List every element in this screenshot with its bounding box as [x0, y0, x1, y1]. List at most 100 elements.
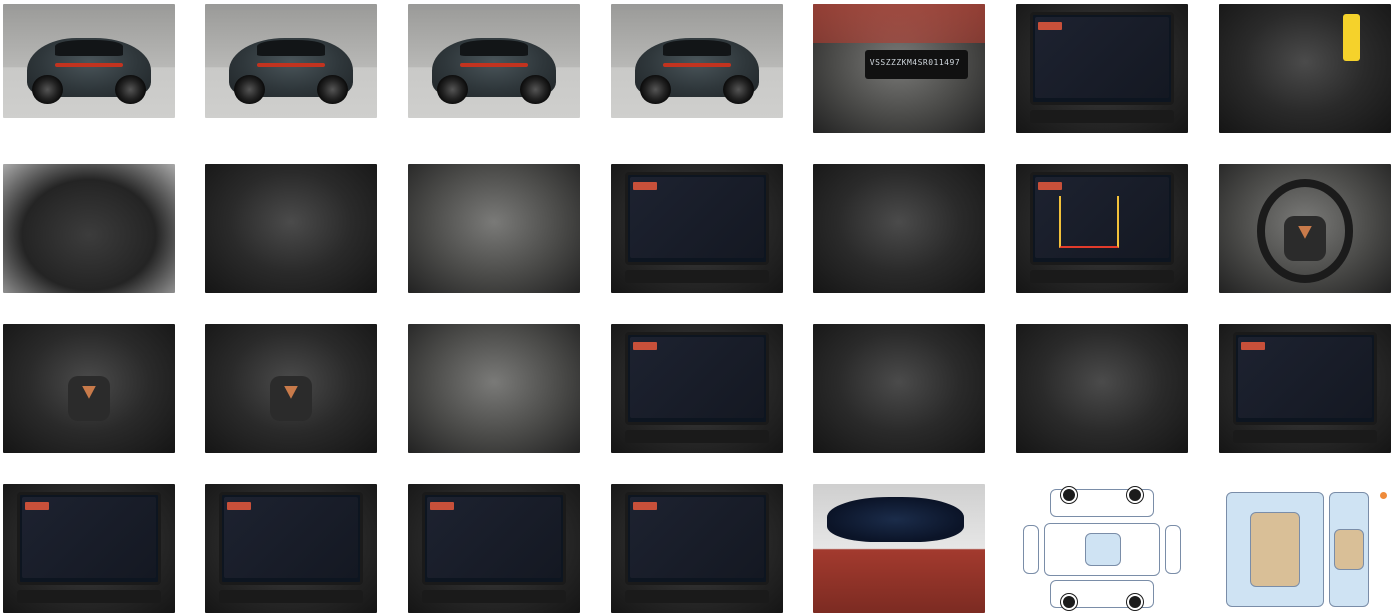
photo-instrument-cluster	[1016, 4, 1188, 133]
photo-detail	[234, 74, 266, 105]
photo-detail	[459, 40, 529, 57]
photo-damage-diagram-interior	[1219, 484, 1391, 613]
photo-detail	[633, 182, 658, 190]
photo-detail	[437, 74, 469, 105]
thumbnail-gear-selector[interactable]	[813, 324, 985, 453]
photo-detail	[1127, 486, 1144, 503]
thumbnail-damage-diagram-exterior[interactable]	[1016, 484, 1188, 613]
photo-infotainment-drive-modes	[205, 484, 377, 613]
thumbnail-vin-plate[interactable]: VSSZZZKM4SR011497	[813, 4, 985, 133]
thumbnail-door-window-controls[interactable]	[408, 324, 580, 453]
thumbnail-rear-vents[interactable]	[813, 164, 985, 293]
photo-detail	[459, 63, 529, 67]
photo-dashboard-interior	[611, 164, 783, 293]
photo-infotainment-assistants	[3, 484, 175, 613]
photo-steering-wheel-right-buttons	[205, 324, 377, 453]
photo-infotainment-settings	[1219, 324, 1391, 453]
photo-gear-selector	[813, 324, 985, 453]
photo-detail	[218, 589, 364, 603]
thumbnail-infotainment-fulllink[interactable]	[408, 484, 580, 613]
thumbnail-trunk[interactable]	[3, 164, 175, 293]
thumbnail-exterior-front-left[interactable]	[3, 4, 175, 118]
photo-door-window-controls	[408, 324, 580, 453]
photo-detail	[54, 63, 124, 67]
photo-detail	[624, 589, 770, 603]
photo-detail	[32, 74, 64, 105]
photo-detail	[54, 40, 124, 57]
photo-detail	[1038, 22, 1063, 30]
photo-detail	[256, 40, 326, 57]
thumbnail-steering-wheel[interactable]	[1219, 164, 1391, 293]
thumbnail-damage-diagram-interior[interactable]	[1219, 484, 1391, 613]
photo-damage-diagram-exterior	[1016, 484, 1188, 613]
photo-detail	[1038, 182, 1063, 190]
photo-exterior-rear	[408, 4, 580, 118]
thumbnail-infotainment-assistants[interactable]	[3, 484, 175, 613]
photo-wireless-charger	[1016, 324, 1188, 453]
photo-detail	[1342, 14, 1361, 61]
image-gallery: VSSZZZKM4SR011497	[0, 0, 1399, 615]
thumbnail-infotainment-drive-modes[interactable]	[205, 484, 377, 613]
photo-detail	[1241, 342, 1266, 350]
photo-detail	[421, 589, 567, 603]
photo-detail	[1232, 429, 1378, 443]
legend-dot	[1380, 492, 1387, 499]
thumbnail-reverse-camera[interactable]	[1016, 164, 1188, 293]
thumbnail-steering-wheel-right-buttons[interactable]	[205, 324, 377, 453]
photo-infotainment-service	[611, 484, 783, 613]
thumbnail-trunk-button[interactable]	[205, 164, 377, 293]
photo-detail	[1249, 512, 1301, 587]
thumbnail-steering-wheel-left-buttons[interactable]	[3, 324, 175, 453]
photo-detail	[640, 74, 672, 105]
photo-detail	[1060, 594, 1077, 611]
photo-steering-wheel-left-buttons	[3, 324, 175, 453]
thumbnail-car-key[interactable]	[1219, 4, 1391, 133]
photo-detail	[16, 589, 162, 603]
thumbnail-rear-seats[interactable]	[408, 164, 580, 293]
thumbnail-exterior-rear-left[interactable]	[205, 4, 377, 118]
photo-detail	[1060, 486, 1077, 503]
photo-trunk-button	[205, 164, 377, 293]
photo-exterior-front-left	[3, 4, 175, 118]
photo-detail	[316, 74, 348, 105]
photo-detail	[1059, 196, 1120, 248]
photo-detail	[1084, 533, 1122, 566]
photo-infotainment-fulllink	[408, 484, 580, 613]
photo-detail	[1029, 109, 1175, 123]
photo-detail	[1127, 594, 1144, 611]
thumbnail-dashboard-interior[interactable]	[611, 164, 783, 293]
photo-exterior-front-right	[611, 4, 783, 118]
photo-detail	[430, 502, 455, 510]
photo-rear-vents	[813, 164, 985, 293]
photo-infotainment-clock	[611, 324, 783, 453]
photo-reverse-camera	[1016, 164, 1188, 293]
vin-number: VSSZZZKM4SR011497	[869, 58, 961, 68]
thumbnail-exterior-rear[interactable]	[408, 4, 580, 118]
photo-detail	[519, 74, 551, 105]
thumbnail-infotainment-service[interactable]	[611, 484, 783, 613]
photo-detail	[1334, 529, 1364, 570]
photo-detail	[662, 40, 732, 57]
photo-detail	[256, 63, 326, 67]
thumbnail-exterior-front-right[interactable]	[611, 4, 783, 118]
thumbnail-wireless-charger[interactable]	[1016, 324, 1188, 453]
photo-exterior-rear-left	[205, 4, 377, 118]
thumbnail-infotainment-clock[interactable]	[611, 324, 783, 453]
photo-detail	[813, 4, 985, 43]
thumbnail-infotainment-settings[interactable]	[1219, 324, 1391, 453]
photo-detail	[624, 429, 770, 443]
thumbnail-instrument-cluster[interactable]	[1016, 4, 1188, 133]
photo-detail	[633, 502, 658, 510]
photo-rearview-mirror	[813, 484, 985, 613]
photo-detail	[227, 502, 252, 510]
photo-car-key	[1219, 4, 1391, 133]
photo-detail	[662, 63, 732, 67]
photo-detail	[633, 342, 658, 350]
photo-detail	[114, 74, 146, 105]
thumbnail-rearview-mirror[interactable]	[813, 484, 985, 613]
photo-rear-seats	[408, 164, 580, 293]
photo-detail	[1165, 525, 1182, 574]
photo-trunk	[3, 164, 175, 293]
photo-detail	[1029, 269, 1175, 283]
photo-detail	[722, 74, 754, 105]
